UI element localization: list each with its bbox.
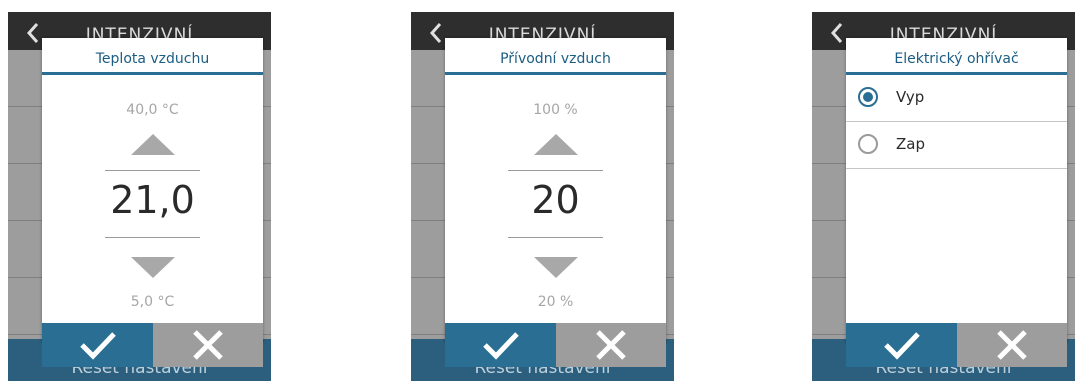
option-dialog: Elektrický ohřívač Vyp Zap <box>846 38 1067 367</box>
check-icon <box>883 332 920 360</box>
option-off[interactable]: Vyp <box>846 75 1067 122</box>
check-icon <box>482 332 519 360</box>
dialog-buttons <box>42 323 263 367</box>
dialog-title: Teplota vzduchu <box>42 38 263 75</box>
decrease-arrow-icon[interactable] <box>130 257 175 278</box>
dialog-buttons <box>445 323 666 367</box>
value-dialog: Přívodní vzduch 100 % 20 20 % <box>445 38 666 367</box>
confirm-button[interactable] <box>846 323 957 367</box>
screen-air-temperature: INTENZIVNÍ Reset nastavení Teplota vzduc… <box>8 12 271 381</box>
dialog-title: Elektrický ohřívač <box>846 38 1067 75</box>
current-value: 20 <box>531 178 580 222</box>
confirm-button[interactable] <box>445 323 556 367</box>
value-dialog: Teplota vzduchu 40,0 °C 21,0 5,0 °C <box>42 38 263 367</box>
max-value-label: 40,0 °C <box>126 102 179 118</box>
value-divider-bottom <box>508 237 603 238</box>
increase-arrow-icon[interactable] <box>130 134 175 155</box>
option-label: Vyp <box>896 88 925 106</box>
cancel-button[interactable] <box>556 323 666 367</box>
option-on[interactable]: Zap <box>846 122 1067 169</box>
screen-electric-heater: INTENZIVNÍ Reset nastavení Elektrický oh… <box>812 12 1075 381</box>
cancel-button[interactable] <box>957 323 1067 367</box>
value-divider-top <box>508 170 603 171</box>
cancel-button[interactable] <box>153 323 263 367</box>
max-value-label: 100 % <box>533 102 578 118</box>
dialog-buttons <box>846 323 1067 367</box>
value-divider-top <box>105 170 200 171</box>
confirm-button[interactable] <box>42 323 153 367</box>
dialog-title: Přívodní vzduch <box>445 38 666 75</box>
current-value: 21,0 <box>110 178 195 222</box>
close-icon <box>596 330 626 360</box>
screen-supply-air: INTENZIVNÍ Reset nastavení Přívodní vzdu… <box>411 12 674 381</box>
close-icon <box>193 330 223 360</box>
decrease-arrow-icon[interactable] <box>533 257 578 278</box>
check-icon <box>79 332 116 360</box>
min-value-label: 5,0 °C <box>130 294 175 310</box>
option-label: Zap <box>896 135 925 153</box>
increase-arrow-icon[interactable] <box>533 134 578 155</box>
close-icon <box>997 330 1027 360</box>
min-value-label: 20 % <box>537 294 574 310</box>
value-divider-bottom <box>105 237 200 238</box>
radio-selected-icon[interactable] <box>858 87 878 107</box>
radio-unselected-icon[interactable] <box>858 134 878 154</box>
